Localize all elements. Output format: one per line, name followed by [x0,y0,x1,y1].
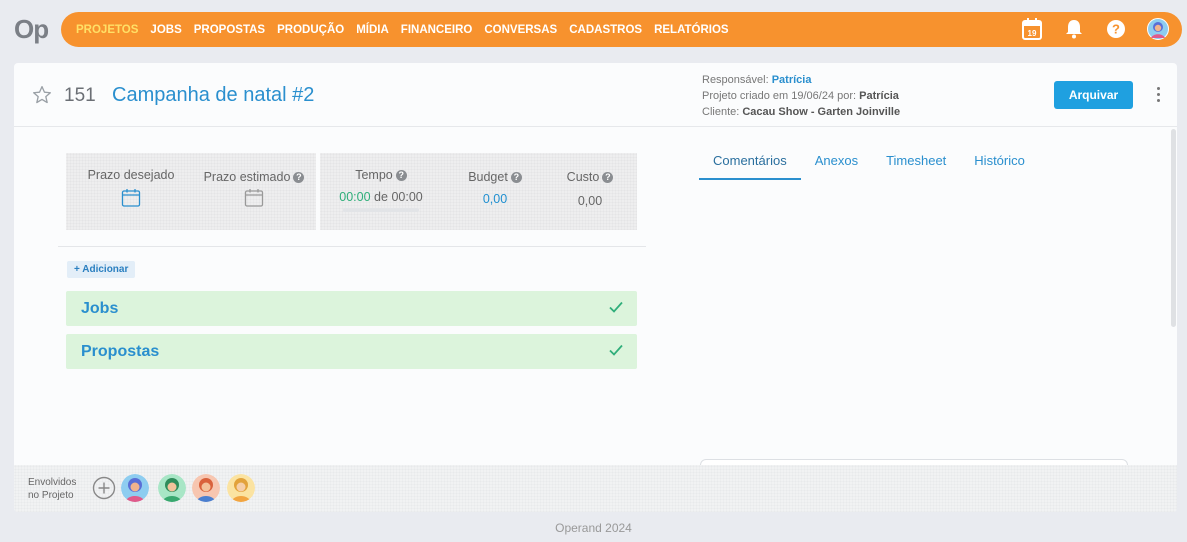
nav-item-conversas[interactable]: CONVERSAS [484,24,557,36]
prazo-desejado-label: Prazo desejado [87,168,175,182]
page-title[interactable]: Campanha de natal #2 [112,84,314,107]
client-label: Cliente: [702,106,740,118]
section-label: Propostas [81,343,160,360]
project-header: 151 Campanha de natal #2 Responsável: Pa… [14,63,1177,127]
prazo-estimado-label: Prazo estimado [203,170,291,184]
project-meta: Responsável: Patrícia Projeto criado em … [702,72,900,120]
budget-panel: Tempo? 00:00 de 00:00 Budget? 0,00 Custo… [320,153,637,230]
prazo-desejado[interactable]: Prazo desejado [76,168,186,211]
nav-item-projetos[interactable]: PROJETOS [76,24,138,36]
tempo-total: 00:00 [391,190,423,204]
avatar[interactable] [158,474,186,502]
section-propostas[interactable]: Propostas [66,334,637,369]
prazo-estimado: Prazo estimado? [194,170,314,211]
detail-tabs: Comentários Anexos Timesheet Histórico [699,147,1039,180]
help-icon[interactable]: ? [293,171,305,183]
tab-comentarios[interactable]: Comentários [699,147,801,180]
tempo-progress-bar [343,208,419,212]
nav-item-jobs[interactable]: JOBS [150,24,181,36]
nav-item-producao[interactable]: PRODUÇÃO [277,24,344,36]
deadline-panel: Prazo desejado Prazo estimado? [66,153,316,230]
responsible-label: Responsável: [702,74,769,86]
scrollbar[interactable] [1171,129,1176,327]
top-navbar: PROJETOS JOBS PROPOSTAS PRODUÇÃO MÍDIA F… [61,12,1182,47]
check-icon [609,301,623,313]
custo-value: 0,00 [577,194,603,208]
custo-label: Custo [566,170,600,184]
bell-icon[interactable] [1062,17,1086,41]
budget-label: Budget [468,170,508,184]
tab-anexos[interactable]: Anexos [801,147,872,180]
avatar[interactable] [227,474,255,502]
tab-historico[interactable]: Histórico [960,147,1039,180]
nav-item-propostas[interactable]: PROPOSTAS [194,24,265,36]
project-card: 151 Campanha de natal #2 Responsável: Pa… [14,63,1177,512]
add-member-icon[interactable] [92,476,116,500]
more-options-icon[interactable] [1152,85,1164,105]
tab-timesheet[interactable]: Timesheet [872,147,960,180]
tempo-sep: de [374,190,388,204]
help-icon[interactable]: ? [1104,17,1128,41]
help-icon[interactable]: ? [510,171,522,183]
budget: Budget? 0,00 [450,170,540,206]
add-button[interactable]: + Adicionar [67,261,136,278]
client-value: Cacau Show - Garten Joinville [742,106,901,118]
star-icon[interactable] [32,85,52,105]
archive-button[interactable]: Arquivar [1054,81,1133,109]
calendar-icon [244,189,264,207]
app-logo[interactable]: Op [14,14,56,46]
nav-item-midia[interactable]: MÍDIA [356,24,389,36]
tempo: Tempo? 00:00 de 00:00 [328,168,434,212]
involved-bar: Envolvidos no Projeto [14,465,1177,512]
avatar[interactable] [192,474,220,502]
custo: Custo? 0,00 [550,170,630,208]
responsible-value[interactable]: Patrícia [772,74,812,86]
nav-item-financeiro[interactable]: FINANCEIRO [401,24,473,36]
tempo-spent: 00:00 [339,190,371,204]
help-icon[interactable]: ? [395,169,407,181]
involved-label: Envolvidos no Projeto [28,477,77,501]
divider [58,246,646,247]
check-icon [609,344,623,356]
user-avatar[interactable] [1146,17,1170,41]
copyright: Operand 2024 [555,521,632,535]
avatar[interactable] [121,474,149,502]
help-icon[interactable]: ? [602,171,614,183]
svg-text:?: ? [1112,22,1120,37]
calendar-day: 19 [1028,29,1037,38]
nav-item-relatorios[interactable]: RELATÓRIOS [654,24,729,36]
calendar-icon [121,189,141,207]
created-label: Projeto criado em 19/06/24 por: [702,90,857,102]
budget-value[interactable]: 0,00 [450,192,540,206]
nav-item-cadastros[interactable]: CADASTROS [569,24,642,36]
calendar-icon[interactable]: 19 [1020,17,1044,41]
section-jobs[interactable]: Jobs [66,291,637,326]
created-by: Patrícia [859,90,899,102]
section-label: Jobs [81,300,119,317]
tempo-label: Tempo [355,168,393,182]
project-number: 151 [64,85,96,106]
